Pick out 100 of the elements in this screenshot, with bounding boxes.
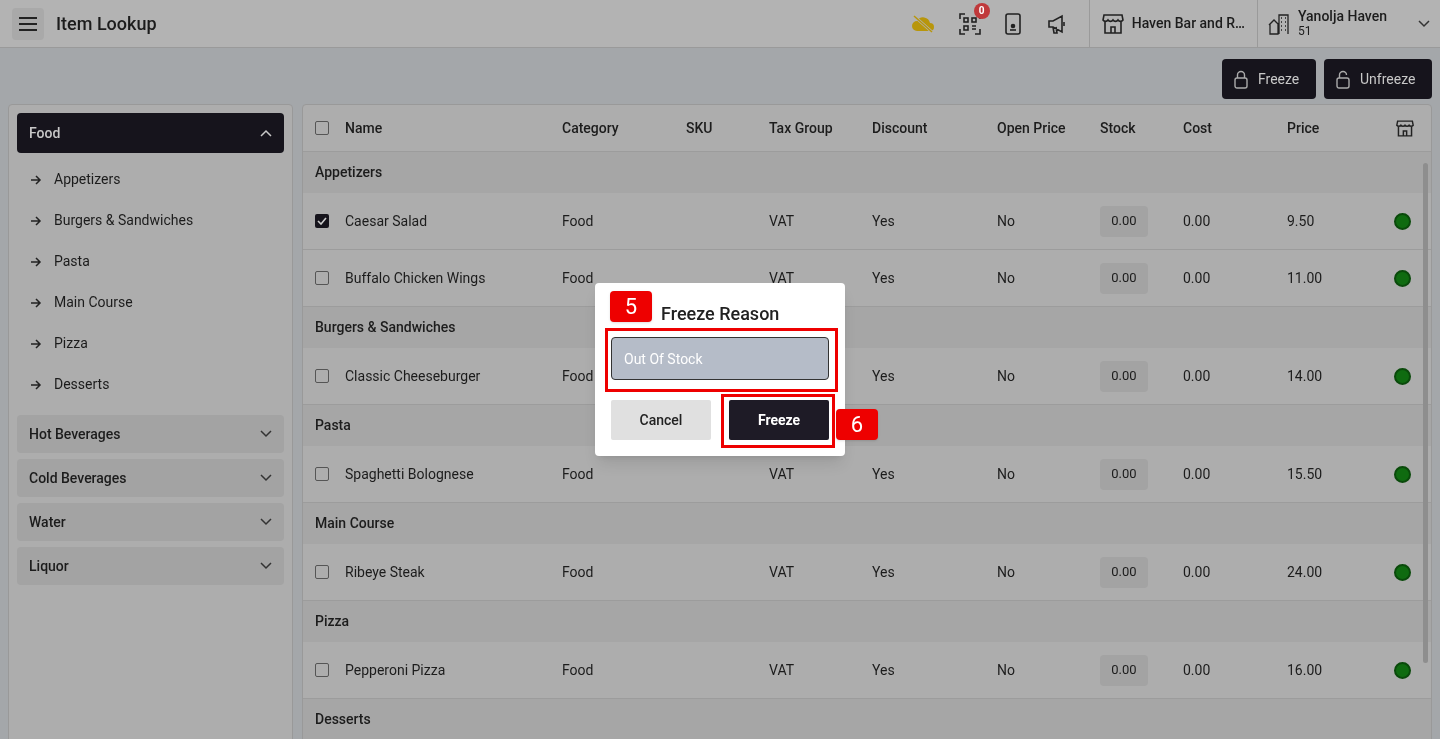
table-cell-text: Yes (872, 366, 896, 386)
table-cell-text: No (997, 660, 1016, 680)
table-cell-text: VAT (769, 268, 795, 288)
unlock-icon (1336, 69, 1350, 89)
column-header: Tax Group (769, 118, 834, 138)
table-cell-text: VAT (769, 211, 795, 231)
stock-field[interactable]: 0.00 (1100, 458, 1148, 490)
table-cell-text: 15.50 (1287, 464, 1324, 484)
group-heading: Burgers & Sandwiches (315, 318, 456, 337)
table-cell-text: No (997, 366, 1016, 386)
stock-field[interactable]: 0.00 (1100, 360, 1148, 392)
table-cell-text: No (997, 562, 1016, 582)
table-cell-text: 14.00 (1287, 366, 1324, 386)
table-cell-text: Yes (872, 660, 896, 680)
stock-field[interactable]: 0.00 (1100, 556, 1148, 588)
chevron-down-icon[interactable] (1418, 19, 1430, 28)
dialog-title: Freeze Reason (661, 302, 780, 326)
table-cell-text: Buffalo Chicken Wings (345, 268, 487, 288)
checkbox[interactable] (315, 663, 329, 677)
arrow-right-icon (31, 338, 42, 349)
chevron-down-icon (260, 562, 272, 570)
column-header: Name (345, 118, 384, 138)
table-cell-text: Spaghetti Bolognese (345, 464, 475, 484)
storefront-icon (1396, 119, 1414, 137)
storefront-icon (1101, 13, 1124, 34)
scrollbar[interactable] (1423, 163, 1428, 663)
subcategory-item[interactable]: Pizza (17, 323, 284, 364)
arrow-right-icon (31, 256, 42, 267)
table-cell-text: 0.00 (1183, 211, 1212, 231)
qr-code-icon[interactable] (958, 12, 981, 35)
table-cell-text: Yes (872, 211, 896, 231)
megaphone-icon[interactable] (1046, 13, 1067, 34)
unfreeze-button[interactable]: Unfreeze (1324, 59, 1432, 99)
subcategory-item[interactable]: Appetizers (17, 159, 284, 200)
table-cell-text: 0.00 (1183, 562, 1212, 582)
chevron-down-icon (260, 430, 272, 438)
column-header: SKU (686, 118, 714, 138)
table-cell-text: Caesar Salad (345, 211, 429, 231)
menu-icon (19, 16, 37, 31)
group-heading: Pasta (315, 416, 351, 435)
table-cell-text: VAT (769, 660, 795, 680)
stock-field[interactable]: 0.00 (1100, 262, 1148, 294)
table-cell-text: VAT (769, 562, 795, 582)
tablet-icon[interactable] (1004, 12, 1021, 35)
checkbox[interactable] (315, 467, 329, 481)
subcategory-item[interactable]: Main Course (17, 282, 284, 323)
column-header: Open Price (997, 118, 1067, 138)
step-marker: 6 (836, 409, 878, 440)
table-cell-text: Yes (872, 562, 896, 582)
table-cell-text: Food (562, 268, 595, 288)
group-heading: Main Course (315, 514, 395, 533)
category-header[interactable]: Cold Beverages (17, 459, 284, 497)
table-cell-text: 0.00 (1183, 660, 1212, 680)
category-header[interactable]: Water (17, 503, 284, 541)
table-cell-text: Food (562, 464, 595, 484)
table-cell-text: Ribeye Steak (345, 562, 426, 582)
table-cell-text: No (997, 268, 1016, 288)
table-cell-text: Yes (872, 268, 896, 288)
table-cell-text: Yes (872, 464, 896, 484)
table-cell-text: No (997, 464, 1016, 484)
arrow-right-icon (31, 379, 42, 390)
cancel-button[interactable]: Cancel (611, 400, 711, 440)
table-cell-text: Pepperoni Pizza (345, 660, 447, 680)
stock-field[interactable]: 0.00 (1100, 205, 1148, 237)
menu-button[interactable] (12, 7, 44, 40)
table-cell-text: 0.00 (1183, 464, 1212, 484)
checkbox[interactable] (315, 369, 329, 383)
table-cell-text: No (997, 211, 1016, 231)
column-header: Price (1287, 118, 1321, 138)
table-cell-text: Food (562, 660, 595, 680)
group-heading: Appetizers (315, 163, 383, 182)
arrow-right-icon (31, 297, 42, 308)
table-cell-text: 9.50 (1287, 211, 1316, 231)
subcategory-item[interactable]: Burgers & Sandwiches (17, 200, 284, 241)
step-marker: 5 (610, 291, 652, 322)
stock-field[interactable]: 0.00 (1100, 654, 1148, 686)
column-header: Category (562, 118, 620, 138)
table-cell-text: Food (562, 366, 595, 386)
table-cell-text: 11.00 (1287, 268, 1324, 288)
table-cell-text: Classic Cheeseburger (345, 366, 482, 386)
building-icon (1268, 12, 1290, 35)
category-header[interactable]: Liquor (17, 547, 284, 585)
chevron-down-icon (260, 518, 272, 526)
freeze-button[interactable]: Freeze (1222, 59, 1316, 99)
checkbox[interactable] (315, 271, 329, 285)
freeze-button[interactable]: Freeze (729, 400, 829, 440)
chevron-up-icon (260, 129, 272, 137)
category-header[interactable]: Hot Beverages (17, 415, 284, 453)
checkbox[interactable] (315, 214, 329, 228)
column-header: Discount (872, 118, 929, 138)
column-header: Stock (1100, 118, 1137, 138)
lock-icon (1234, 69, 1248, 89)
subcategory-item[interactable]: Desserts (17, 364, 284, 405)
store-name[interactable]: Haven Bar and R… (1131, 13, 1245, 34)
subcategory-item[interactable]: Pasta (17, 241, 284, 282)
checkbox[interactable] (315, 121, 329, 135)
table-cell-text: Food (562, 211, 595, 231)
table-cell-text: 24.00 (1287, 562, 1324, 582)
checkbox[interactable] (315, 565, 329, 579)
category-header[interactable]: Food (17, 113, 284, 153)
